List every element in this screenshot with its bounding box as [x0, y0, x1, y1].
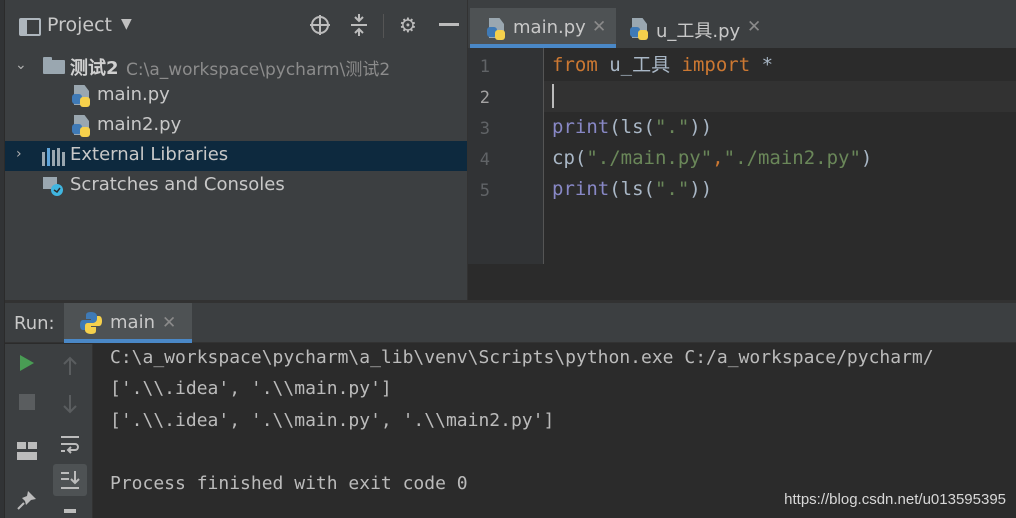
text-caret — [552, 84, 554, 108]
restore-layout-icon[interactable] — [13, 437, 41, 465]
project-panel-header: Project ▼ ⚙ — [5, 0, 467, 46]
line-number: 5 — [479, 181, 490, 201]
pin-tab-icon[interactable] — [13, 486, 41, 514]
watermark: https://blog.csdn.net/u013595395 — [784, 491, 1006, 508]
console-line: C:\a_workspace\pycharm\a_lib\venv\Script… — [110, 347, 934, 368]
code-token: print — [552, 116, 610, 138]
tree-item-main2-py[interactable]: main2.py — [5, 111, 467, 141]
collapse-all-icon[interactable] — [346, 12, 372, 38]
console-line: Process finished with exit code 0 — [110, 473, 468, 494]
code-line[interactable]: from u_工具 import * — [552, 50, 1016, 81]
project-panel: Project ▼ ⚙ ⌄ 测试2 C:\a_workspace\pycharm… — [0, 0, 467, 300]
tree-item-scratches[interactable]: Scratches and Consoles — [5, 171, 467, 201]
code-token: , — [712, 147, 724, 169]
editor-empty-area[interactable] — [468, 264, 1016, 300]
hide-panel-icon[interactable] — [436, 12, 462, 38]
python-logo-icon — [79, 311, 103, 335]
code-token: * — [750, 54, 774, 76]
code-token: )) — [689, 178, 713, 200]
tree-item-label: External Libraries — [70, 144, 229, 165]
stop-icon[interactable] — [13, 388, 41, 416]
locate-file-icon[interactable] — [307, 12, 333, 38]
tab-main-py[interactable]: main.py ✕ — [470, 8, 616, 48]
project-window-icon — [19, 18, 41, 36]
close-icon[interactable]: ✕ — [162, 313, 176, 333]
run-panel-header: Run: main ✕ — [0, 303, 1016, 343]
close-icon[interactable]: ✕ — [592, 17, 606, 37]
tab-label: u_工具.py — [656, 21, 741, 42]
rerun-icon[interactable] — [13, 349, 41, 377]
line-number: 1 — [479, 57, 490, 77]
tree-item-label: Scratches and Consoles — [70, 174, 285, 195]
code-line[interactable]: print(ls(".")) — [552, 174, 1016, 205]
console-line: ['.\\.idea', '.\\main.py', '.\\main2.py'… — [110, 410, 555, 431]
tree-item-label: main2.py — [97, 114, 182, 135]
code-token: import — [681, 54, 751, 76]
toolbar-divider — [383, 14, 384, 38]
run-panel-title: Run: — [14, 313, 55, 334]
close-icon[interactable]: ✕ — [747, 17, 761, 37]
line-number: 2 — [479, 88, 490, 108]
project-root-name: 测试2 — [70, 58, 119, 79]
run-tab-label: main — [110, 312, 155, 333]
editor-tab-bar: main.py ✕ u_工具.py ✕ — [467, 0, 1016, 48]
run-tab-main[interactable]: main ✕ — [64, 303, 192, 343]
tree-item-external-libraries[interactable]: › External Libraries — [5, 141, 467, 171]
scroll-to-end-icon[interactable] — [53, 464, 87, 496]
code-line[interactable] — [552, 81, 1016, 112]
python-file-icon — [72, 85, 92, 107]
tree-item-label: main.py — [97, 84, 170, 105]
python-file-icon — [72, 115, 92, 137]
run-toolbar — [5, 344, 93, 518]
code-editor[interactable]: 1 2 3 4 5 from u_工具 import * print(ls("."… — [467, 48, 1016, 300]
code-token: "." — [654, 178, 690, 200]
scratches-icon — [42, 176, 64, 196]
left-tool-strip — [0, 0, 5, 518]
scroll-down-icon[interactable] — [56, 390, 84, 418]
libraries-icon — [42, 146, 66, 166]
tree-item-main-py[interactable]: main.py — [5, 81, 467, 111]
code-line[interactable]: cp("./main.py","./main2.py") — [552, 143, 1016, 174]
code-token: cp( — [552, 147, 587, 169]
tree-item-project-root[interactable]: ⌄ 测试2 C:\a_workspace\pycharm\测试2 — [5, 51, 467, 81]
scroll-up-icon[interactable] — [56, 352, 84, 380]
gear-icon[interactable]: ⚙ — [395, 12, 421, 38]
folder-icon — [43, 57, 65, 75]
code-token: (ls( — [609, 116, 655, 138]
python-file-icon — [630, 18, 650, 40]
tab-label: main.py — [513, 17, 586, 38]
code-token: print — [552, 178, 610, 200]
project-view-selector[interactable]: Project — [47, 14, 112, 36]
chevron-right-icon[interactable]: › — [16, 146, 22, 162]
code-line[interactable]: print(ls(".")) — [552, 112, 1016, 143]
project-root-path: C:\a_workspace\pycharm\测试2 — [126, 60, 391, 80]
soft-wrap-icon[interactable] — [56, 430, 84, 458]
code-token: "./main.py" — [586, 147, 713, 169]
code-token: "./main2.py" — [723, 147, 861, 169]
console-line: ['.\\.idea', '.\\main.py'] — [110, 378, 392, 399]
line-number: 4 — [479, 150, 490, 170]
code-token: from — [552, 54, 598, 76]
chevron-down-icon[interactable]: ▼ — [121, 16, 132, 32]
code-token: )) — [689, 116, 713, 138]
code-token: u_工具 — [597, 54, 682, 76]
code-token: ) — [860, 147, 873, 169]
chevron-down-icon[interactable]: ⌄ — [15, 57, 27, 73]
print-icon[interactable] — [56, 504, 84, 518]
tab-u-tools-py[interactable]: u_工具.py ✕ — [618, 8, 768, 48]
code-token: "." — [654, 116, 690, 138]
code-token: (ls( — [609, 178, 655, 200]
line-number: 3 — [479, 119, 490, 139]
python-file-icon — [487, 18, 507, 40]
